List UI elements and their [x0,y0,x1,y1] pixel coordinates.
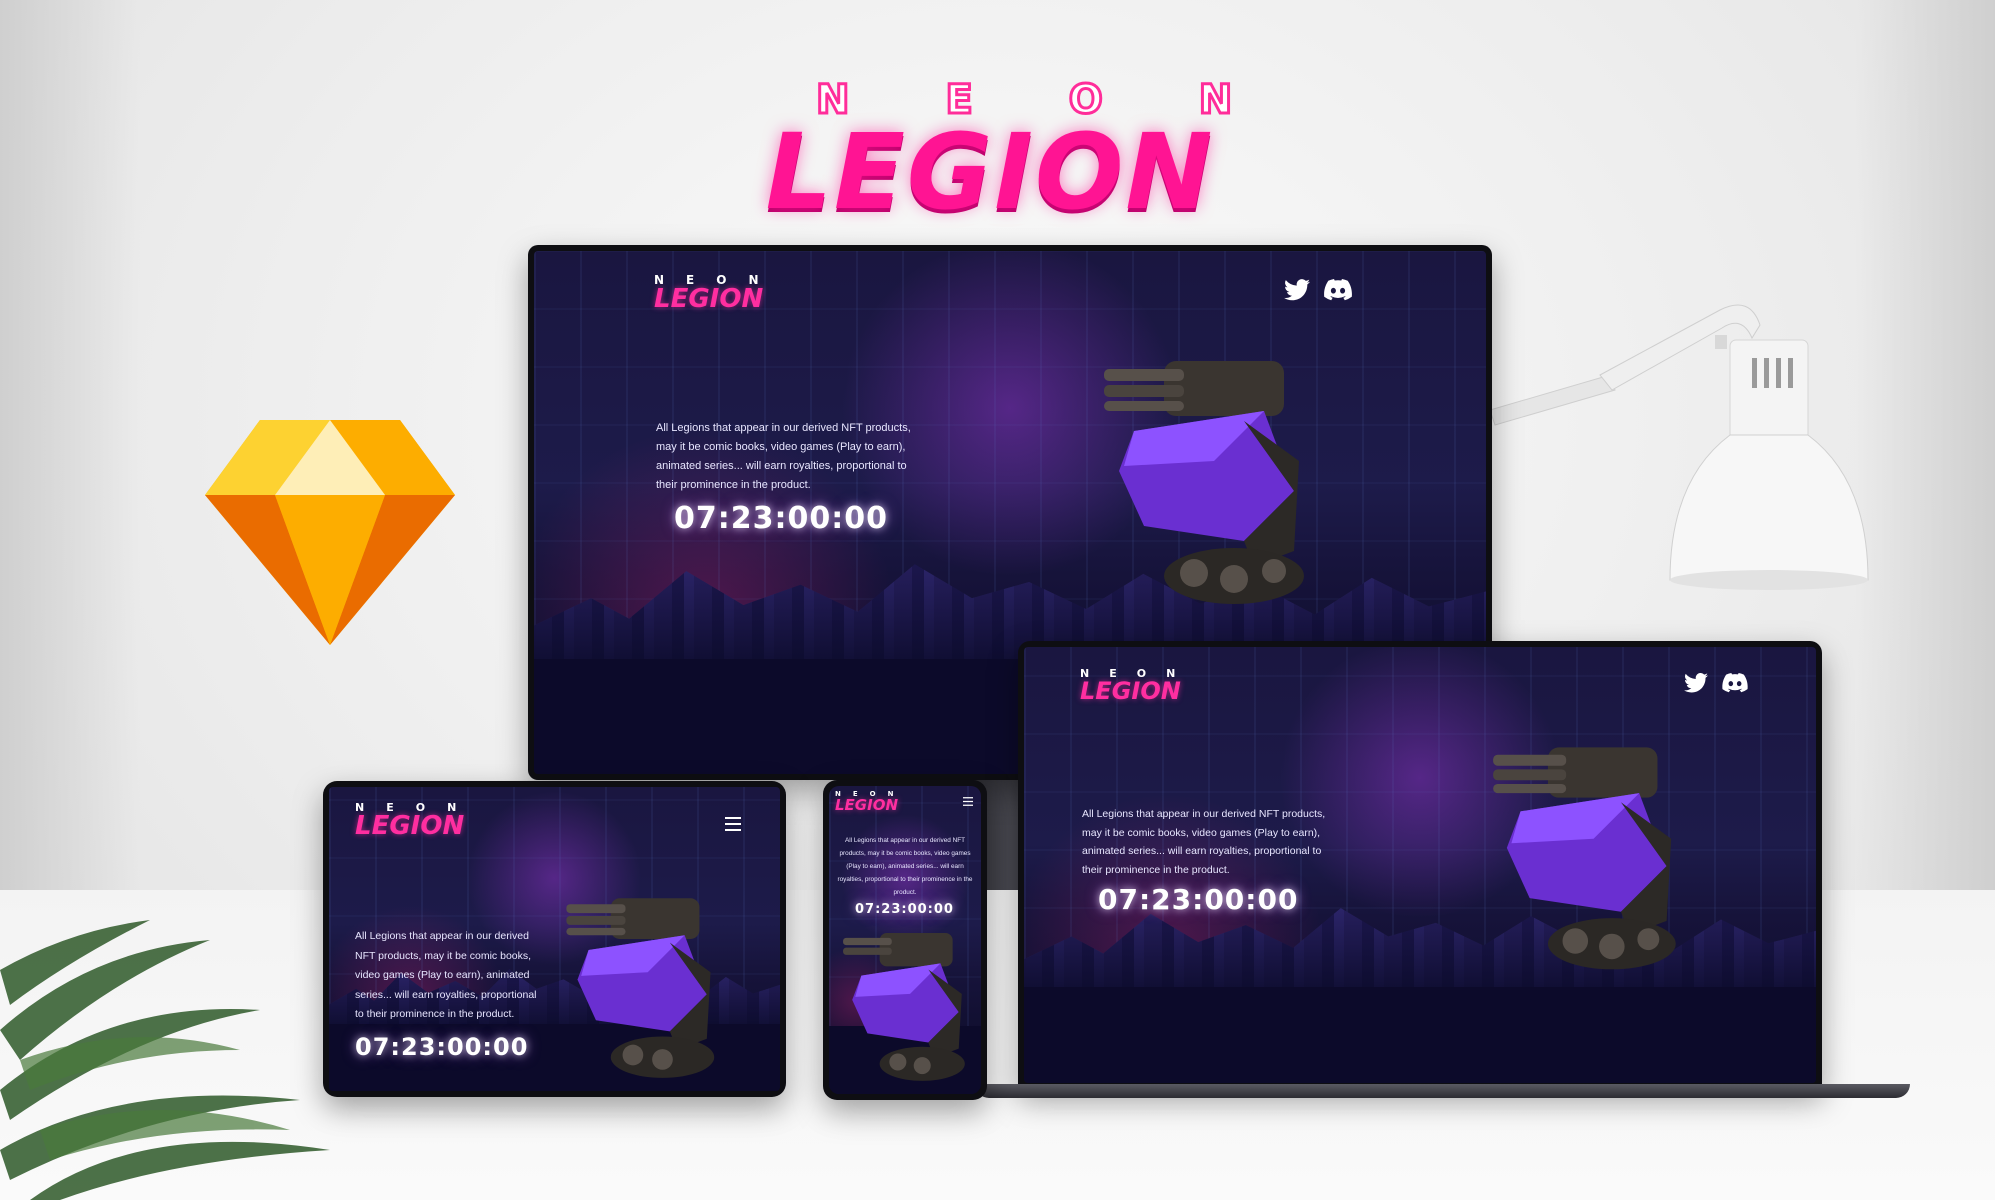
sketch-logo-icon [205,420,455,645]
tablet-robot-image [566,898,715,1078]
description-line: (Play to earn), animated series... will … [846,863,964,870]
discord-icon[interactable] [1324,279,1352,301]
desktop-countdown: 07:23:00:00 [674,501,888,536]
laptop-robot-image [1493,747,1676,970]
phone-hero-description: All Legions that appear in our derived N… [833,834,977,899]
desktop-socials [1284,279,1352,301]
phone-site-logo-main: LEGION [835,796,899,814]
description-line: their prominence in the product. [656,479,811,491]
description-line: royalties, proportional to their promine… [837,876,973,883]
description-line: may it be comic books, video games (Play… [656,441,906,453]
menu-icon[interactable] [725,817,741,831]
phone-robot-image [843,932,965,1081]
description-line: animated series... will earn royalties, … [1082,845,1322,857]
laptop-bottom-band [1024,987,1816,1083]
laptop-hero-description: All Legions that appear in our derived N… [1082,805,1325,879]
discord-icon[interactable] [1722,673,1748,693]
phone-site-logo[interactable]: NEON LEGION [835,790,905,814]
plant-decoration [0,920,330,1200]
brand-logo: NEON LEGION [720,77,1260,225]
phone-screen: NEON LEGION All Legions that appear in o… [829,786,981,1094]
desk-lamp [1490,304,1869,590]
laptop-site-logo[interactable]: NEON LEGION [1080,667,1195,705]
laptop: NEON LEGION All Legions that appear in o… [1018,641,1822,1089]
tablet-site-logo-main: LEGION [355,811,465,841]
laptop-site-logo-main: LEGION [1080,677,1181,705]
phone: NEON LEGION All Legions that appear in o… [823,780,987,1100]
desktop-site-logo[interactable]: NEON LEGION [654,273,780,314]
description-line: All Legions that appear in our derived N… [844,837,966,844]
description-line: products, may it be comic books, video g… [839,850,971,857]
desktop-site-logo-main: LEGION [654,284,764,314]
description-line: may it be comic books, video games (Play… [1082,826,1321,839]
menu-icon[interactable] [963,797,973,806]
phone-countdown: 07:23:00:00 [855,902,954,917]
twitter-icon[interactable] [1284,279,1310,301]
laptop-screen: NEON LEGION All Legions that appear in o… [1024,647,1816,1083]
description-line: All Legions that appear in our derived N… [1082,808,1326,820]
twitter-icon[interactable] [1684,673,1708,693]
tablet-site-logo[interactable]: NEON LEGION [355,801,478,841]
laptop-socials [1684,673,1748,693]
description-line: their prominence in the product. [1082,863,1230,876]
laptop-base [975,1084,1910,1098]
desktop-hero-description: All Legions that appear in our derived N… [656,419,911,495]
laptop-countdown: 07:23:00:00 [1098,883,1299,916]
description-line: animated series... will earn royalties, … [656,460,907,472]
brand-logo-main: LEGION [765,111,1215,233]
description-line: product. [893,889,917,896]
desktop-robot-image [1104,361,1304,604]
description-line: All Legions that appear in our derived N… [656,422,911,434]
